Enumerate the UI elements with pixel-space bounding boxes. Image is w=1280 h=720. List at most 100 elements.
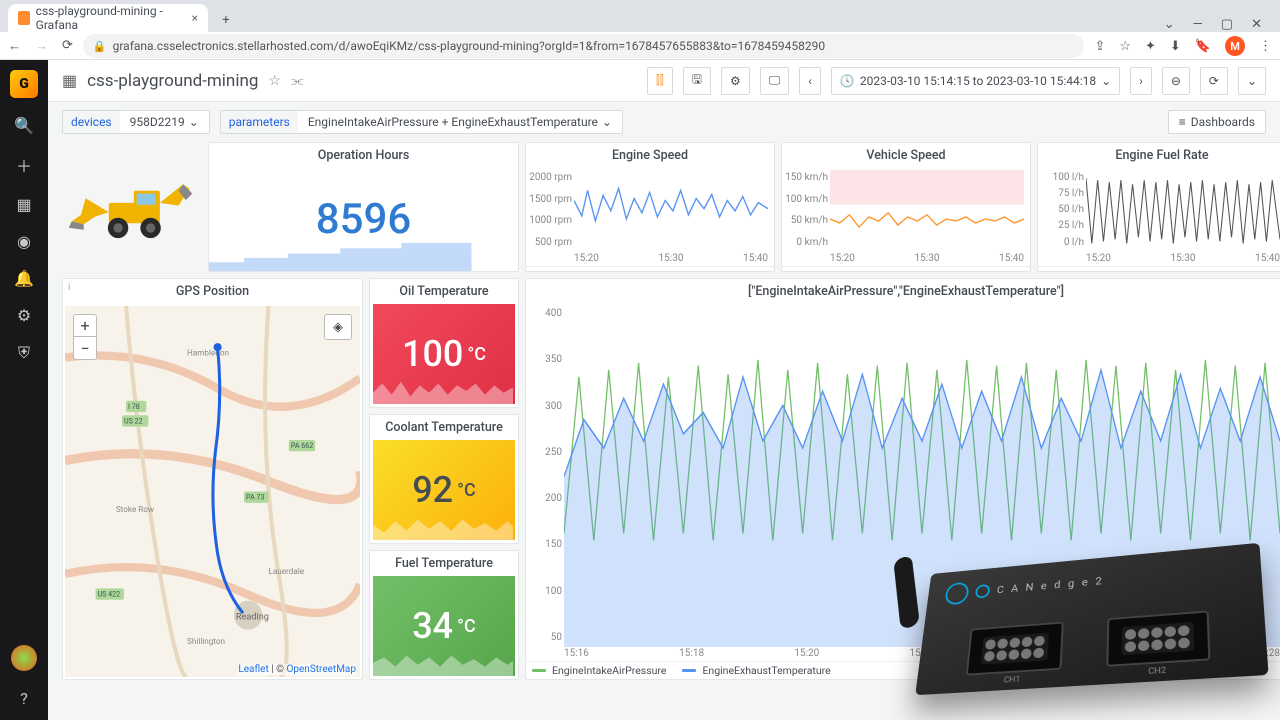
- gps-position-panel[interactable]: i GPS Position Reading Hambledon Stoke R…: [62, 278, 363, 680]
- devices-var-value[interactable]: 958D2219 ⌄: [120, 111, 209, 133]
- share-icon[interactable]: ⇪: [1094, 39, 1105, 54]
- save-dashboard-button[interactable]: 🖫: [683, 67, 711, 95]
- address-bar[interactable]: 🔒 grafana.csselectronics.stellarhosted.c…: [83, 34, 1085, 58]
- lock-icon: 🔒: [93, 40, 107, 53]
- tab-title: css-playground-mining - Grafana: [36, 4, 180, 32]
- excavator-icon: [67, 170, 197, 245]
- fuel-temperature-panel[interactable]: Fuel Temperature 34°C: [369, 550, 519, 680]
- panel-grid-icon[interactable]: ▦: [62, 71, 77, 90]
- reload-icon[interactable]: ⟳: [62, 38, 73, 54]
- refresh-interval-button[interactable]: ⌄: [1238, 67, 1266, 95]
- info-icon[interactable]: i: [68, 282, 70, 293]
- favorite-star-icon[interactable]: ☆: [268, 73, 281, 89]
- operation-hours-panel[interactable]: Operation Hours 8596: [208, 142, 519, 272]
- share-dashboard-icon[interactable]: ⫘: [291, 73, 304, 89]
- osm-link[interactable]: OpenStreetMap: [287, 664, 357, 675]
- add-panel-button[interactable]: ⫿⫿: [647, 67, 673, 95]
- coolant-temp-value: 92: [412, 469, 453, 511]
- browser-tab[interactable]: css-playground-mining - Grafana ×: [8, 4, 208, 32]
- leaflet-link[interactable]: Leaflet: [238, 664, 268, 675]
- user-avatar[interactable]: [11, 645, 37, 671]
- canedge-device-image: CANedge2: [880, 490, 1280, 710]
- time-back-button[interactable]: ‹: [799, 67, 821, 95]
- map-attribution: Leaflet | © OpenStreetMap: [238, 664, 356, 675]
- download-icon[interactable]: ⬇: [1170, 39, 1181, 54]
- port-ch1: [965, 622, 1063, 676]
- gear-icon: ⚙: [730, 74, 741, 88]
- panel-title: Engine Fuel Rate: [1038, 143, 1280, 168]
- svg-text:PA 662: PA 662: [291, 441, 313, 450]
- new-tab-button[interactable]: +: [214, 8, 238, 32]
- devices-var-label[interactable]: devices: [63, 111, 120, 133]
- refresh-button[interactable]: ⟳: [1200, 67, 1228, 95]
- panel-title: GPS Position: [63, 279, 362, 304]
- plus-icon[interactable]: ＋: [16, 153, 32, 177]
- map-container[interactable]: Reading Hambledon Stoke Row Lauerdale Sh…: [65, 306, 360, 677]
- save-icon: 🖫: [692, 70, 702, 91]
- svg-text:Hambledon: Hambledon: [187, 347, 229, 357]
- parameters-var-label[interactable]: parameters: [221, 111, 298, 133]
- excavator-image-panel: [62, 142, 202, 272]
- dashboard-topbar: ▦ css-playground-mining ☆ ⫘ ⫿⫿ 🖫 ⚙ 🖵 ‹ 🕓…: [48, 60, 1280, 102]
- dashboards-icon[interactable]: ▦: [16, 195, 31, 214]
- svg-text:I 78: I 78: [128, 402, 140, 411]
- url-text: grafana.csselectronics.stellarhosted.com…: [113, 39, 826, 53]
- zoom-in-button[interactable]: +: [74, 315, 96, 337]
- grafana-logo[interactable]: G: [10, 70, 38, 98]
- time-range-picker[interactable]: 🕓 2023-03-10 15:14:15 to 2023-03-10 15:4…: [831, 67, 1120, 95]
- dashboard-settings-button[interactable]: ⚙: [721, 67, 750, 95]
- panel-title: ["EngineIntakeAirPressure","EngineExhaus…: [526, 279, 1280, 304]
- back-icon[interactable]: ←: [8, 38, 21, 54]
- variable-filters: devices 958D2219 ⌄ parameters EngineInta…: [48, 102, 1280, 142]
- forward-icon[interactable]: →: [35, 38, 48, 54]
- kebab-menu-icon[interactable]: ⋮: [1259, 39, 1272, 54]
- configuration-icon[interactable]: ⚙: [17, 306, 31, 325]
- zoom-out-button[interactable]: ⊖: [1162, 67, 1190, 95]
- oil-temp-value: 100: [402, 333, 463, 375]
- panel-title: Coolant Temperature: [370, 415, 518, 440]
- svg-text:Stoke Row: Stoke Row: [116, 504, 154, 514]
- profile-avatar[interactable]: M: [1225, 36, 1245, 56]
- time-forward-button[interactable]: ›: [1130, 67, 1152, 95]
- monitor-icon: 🖵: [769, 73, 781, 88]
- svg-text:US 422: US 422: [98, 590, 121, 599]
- zoom-out-button[interactable]: −: [74, 337, 96, 359]
- dashboards-link-button[interactable]: ≡Dashboards: [1168, 110, 1266, 134]
- oil-temperature-panel[interactable]: Oil Temperature 100°C: [369, 278, 519, 408]
- legend-label: WheelBasedVehicleSpeed: [808, 269, 929, 272]
- map-layers-button[interactable]: ◈: [324, 314, 352, 340]
- device-brand: CANedge2: [996, 574, 1109, 596]
- panel-title: Vehicle Speed: [782, 143, 1030, 168]
- y-axis: 40035030025020015010050: [528, 308, 562, 643]
- y-axis: 100 l/h75 l/h50 l/h25 l/h0 l/h: [1040, 172, 1084, 248]
- y-axis: 150 km/h100 km/h50 km/h0 km/h: [784, 172, 828, 248]
- explore-icon[interactable]: ◉: [17, 232, 31, 251]
- fuel-rate-panel[interactable]: Engine Fuel Rate 100 l/h75 l/h50 l/h25 l…: [1037, 142, 1280, 272]
- minimize-icon[interactable]: —: [1193, 17, 1203, 32]
- alerting-icon[interactable]: 🔔: [14, 269, 34, 288]
- extensions-icon[interactable]: ✦: [1145, 39, 1156, 54]
- maximize-icon[interactable]: ▢: [1221, 17, 1233, 32]
- close-window-icon[interactable]: ✕: [1251, 17, 1262, 32]
- close-tab-icon[interactable]: ×: [192, 11, 198, 25]
- clock-icon: 🕓: [840, 74, 855, 88]
- star-icon[interactable]: ☆: [1119, 39, 1131, 54]
- x-axis: 15:2015:3015:40: [1086, 253, 1280, 264]
- search-icon[interactable]: 🔍: [14, 116, 34, 135]
- help-icon[interactable]: ?: [20, 689, 28, 708]
- x-axis: 15:2015:3015:40: [830, 253, 1024, 264]
- panel-title: Operation Hours: [209, 143, 518, 168]
- svg-text:Lauerdale: Lauerdale: [268, 566, 304, 576]
- bookmark-icon[interactable]: 🔖: [1195, 39, 1211, 54]
- dashboard-title: css-playground-mining: [87, 71, 258, 91]
- legend-label-1: EngineIntakeAirPressure: [552, 664, 666, 677]
- vehicle-speed-panel[interactable]: Vehicle Speed 150 km/h100 km/h50 km/h0 k…: [781, 142, 1031, 272]
- tv-mode-button[interactable]: 🖵: [760, 67, 790, 95]
- parameters-var-value[interactable]: EngineIntakeAirPressure + EngineExhaustT…: [298, 111, 622, 133]
- legend-label: EngineSpeed: [552, 269, 613, 272]
- chevron-down-icon[interactable]: ⌄: [1164, 17, 1175, 32]
- engine-speed-panel[interactable]: Engine Speed 2000 rpm1500 rpm1000 rpm500…: [525, 142, 775, 272]
- shield-icon[interactable]: ⛨: [18, 343, 30, 363]
- time-range-text: 2023-03-10 15:14:15 to 2023-03-10 15:44:…: [860, 74, 1096, 88]
- coolant-temperature-panel[interactable]: Coolant Temperature 92°C: [369, 414, 519, 544]
